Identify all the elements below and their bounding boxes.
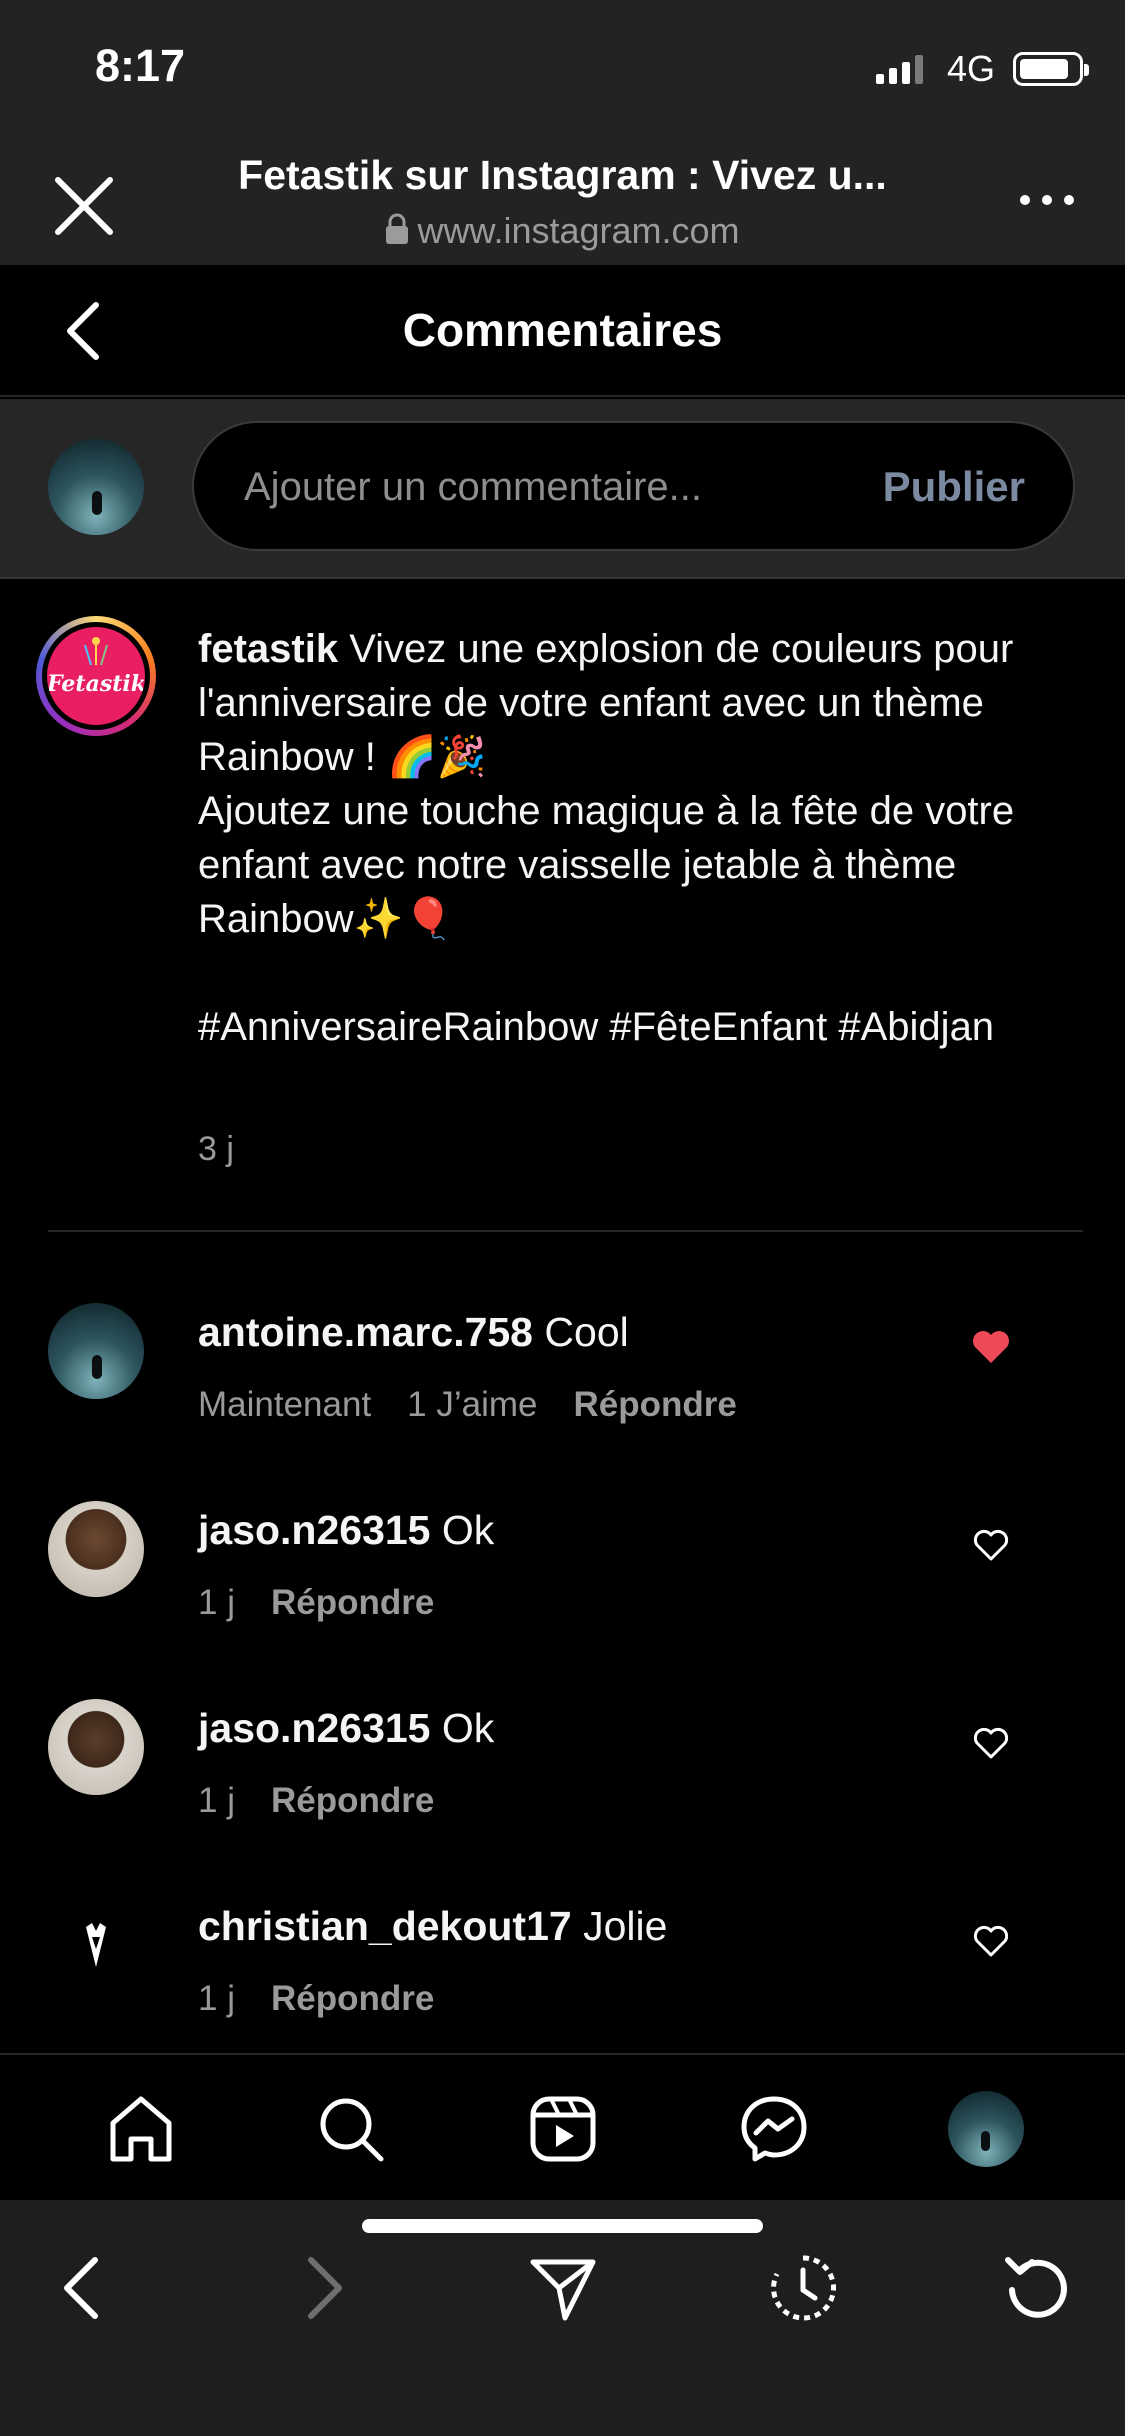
- in-app-browser-header: Fetastik sur Instagram : Vivez u... www.…: [0, 130, 1125, 265]
- heart-filled-icon[interactable]: [971, 1329, 1011, 1365]
- caption-body: fetastik Vivez une explosion de couleurs…: [198, 622, 1078, 1054]
- post-author-avatar[interactable]: Fetastik: [36, 616, 156, 736]
- status-icons: 4G: [875, 48, 1089, 90]
- commenter-avatar[interactable]: [48, 1897, 144, 1993]
- history-icon[interactable]: [765, 2250, 841, 2326]
- lock-icon: [386, 213, 409, 244]
- publish-button[interactable]: Publier: [883, 463, 1025, 511]
- logo-text: Fetastik: [47, 671, 145, 697]
- comment-item: jaso.n26315 Ok 1 j Répondre: [0, 1699, 1125, 1889]
- reload-icon[interactable]: [1000, 2250, 1076, 2326]
- heart-outline-icon[interactable]: [971, 1725, 1011, 1761]
- status-bar: 8:17 4G: [0, 0, 1125, 130]
- page-url: www.instagram.com: [0, 210, 1125, 252]
- comment-input-box[interactable]: Ajouter un commentaire... Publier: [192, 421, 1075, 551]
- more-options-icon[interactable]: [1017, 190, 1077, 210]
- comment-text: Ok: [441, 1705, 495, 1751]
- share-icon[interactable]: [525, 2250, 601, 2326]
- reply-button[interactable]: Répondre: [574, 1385, 737, 1425]
- post-time: 3 j: [198, 1130, 234, 1168]
- caption-hashtags[interactable]: #AnniversaireRainbow #FêteEnfant #Abidja…: [198, 1000, 1078, 1054]
- comment-time: 1 j: [198, 1979, 235, 2018]
- comment-username[interactable]: christian_dekout17: [198, 1903, 572, 1949]
- comment-time: Maintenant: [198, 1385, 372, 1424]
- suit-figure-icon: [86, 1923, 106, 1967]
- commenter-avatar[interactable]: [48, 1699, 144, 1795]
- reels-icon[interactable]: [525, 2091, 601, 2167]
- comments-title: Commentaires: [402, 304, 723, 356]
- comment-text: Cool: [544, 1309, 629, 1355]
- comment-username[interactable]: antoine.marc.758: [198, 1309, 533, 1355]
- comments-header: Commentaires: [0, 265, 1125, 397]
- home-icon[interactable]: [103, 2091, 179, 2167]
- heart-outline-icon[interactable]: [971, 1527, 1011, 1563]
- comment-time: 1 j: [198, 1583, 235, 1622]
- instagram-tab-bar: [0, 2053, 1125, 2199]
- comment-username[interactable]: jaso.n26315: [198, 1705, 431, 1751]
- comment-time: 1 j: [198, 1781, 235, 1820]
- comment-item: jaso.n26315 Ok 1 j Répondre: [0, 1501, 1125, 1691]
- page-title: Fetastik sur Instagram : Vivez u...: [238, 152, 887, 198]
- comment-username[interactable]: jaso.n26315: [198, 1507, 431, 1553]
- network-type: 4G: [946, 48, 995, 89]
- url-text: www.instagram.com: [417, 210, 740, 251]
- commenter-avatar[interactable]: [48, 1501, 144, 1597]
- party-sparkles-icon: [84, 637, 108, 666]
- back-icon[interactable]: [45, 2250, 121, 2326]
- forward-icon[interactable]: [285, 2250, 361, 2326]
- messenger-icon[interactable]: [736, 2091, 812, 2167]
- commenter-avatar[interactable]: [48, 1303, 144, 1399]
- heart-outline-icon[interactable]: [971, 1923, 1011, 1959]
- post-caption: Fetastik fetastik Vivez une explosion de…: [0, 580, 1125, 1230]
- reply-button[interactable]: Répondre: [271, 1781, 434, 1821]
- comment-likes[interactable]: 1 J’aime: [407, 1385, 537, 1425]
- comment-item: antoine.marc.758 Cool Maintenant 1 J’aim…: [0, 1303, 1125, 1493]
- fetastik-logo: Fetastik: [47, 627, 145, 725]
- battery-icon: [1013, 52, 1089, 86]
- status-time: 8:17: [95, 40, 186, 91]
- profile-avatar[interactable]: [948, 2091, 1024, 2167]
- comment-composer: Ajouter un commentaire... Publier: [0, 399, 1125, 579]
- post-username[interactable]: fetastik: [198, 627, 338, 671]
- comment-text: Jolie: [583, 1903, 668, 1949]
- caption-text-2: Ajoutez une touche magique à la fête de …: [198, 789, 1015, 941]
- reply-button[interactable]: Répondre: [271, 1583, 434, 1623]
- comment-input[interactable]: Ajouter un commentaire...: [244, 465, 702, 510]
- search-icon[interactable]: [313, 2091, 389, 2167]
- comment-text: Ok: [441, 1507, 495, 1553]
- reply-button[interactable]: Répondre: [271, 1979, 434, 2019]
- current-user-avatar: [48, 439, 144, 535]
- cellular-signal-icon: [875, 54, 923, 84]
- browser-toolbar: [0, 2200, 1125, 2436]
- divider: [48, 1230, 1083, 1232]
- home-indicator[interactable]: [362, 2219, 763, 2233]
